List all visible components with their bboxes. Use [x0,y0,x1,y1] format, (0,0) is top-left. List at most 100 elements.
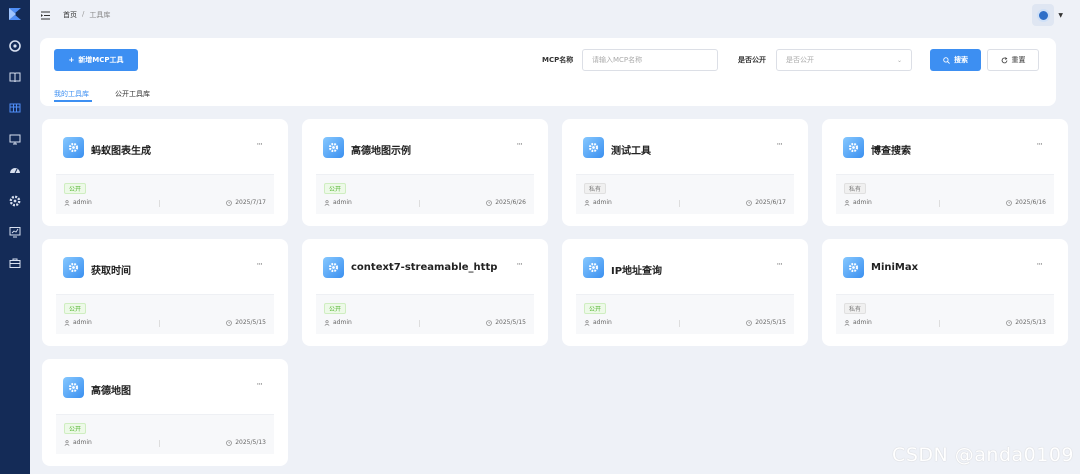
user-icon [64,199,70,206]
is-public-label: 是否公开 [738,56,766,64]
owner-name: admin [73,199,92,206]
more-options-icon[interactable]: ··· [256,380,263,390]
tab-active-indicator [54,100,92,102]
user-icon [324,199,330,206]
owner-name: admin [853,319,872,326]
clock-icon [746,319,753,326]
topbar: 首页 / 工具库 ▼ [30,0,1080,30]
date-info: 2025/5/15 [746,319,786,326]
app-logo-icon[interactable] [7,6,23,22]
owner-name: admin [593,199,612,206]
owner-info: admin [584,319,612,326]
more-options-icon[interactable]: ··· [776,140,783,150]
user-icon [64,319,70,326]
nav-gauge-icon[interactable] [0,160,30,180]
caret-down-icon[interactable]: ▼ [1058,12,1063,19]
tool-card[interactable]: MiniMax ··· 私有 admin 2025/5/13 [822,239,1068,346]
divider [939,200,940,207]
divider [419,320,420,327]
nav-book-icon[interactable] [0,67,30,87]
reset-button[interactable]: 重置 [987,49,1039,71]
tool-card-footer: 私有 admin 2025/6/17 [576,174,794,214]
gear-icon [63,257,84,278]
tool-card-title: 高德地图示例 [351,146,411,157]
nav-briefcase-icon[interactable] [0,253,30,273]
tool-card-title: 获取时间 [91,266,131,277]
nav-dashboard-icon[interactable] [0,36,30,56]
more-options-icon[interactable]: ··· [256,260,263,270]
clock-icon [1006,199,1013,206]
is-public-select[interactable]: 是否公开 ⌄ [776,49,912,71]
clock-icon [486,319,493,326]
nav-settings-icon[interactable] [0,191,30,211]
is-public-placeholder: 是否公开 [786,56,814,64]
tool-card-footer: 公开 admin 2025/6/26 [316,174,534,214]
clock-icon [226,319,233,326]
owner-name: admin [853,199,872,206]
tool-card-footer: 私有 admin 2025/5/13 [836,294,1054,334]
visibility-badge: 私有 [844,183,867,194]
tool-card[interactable]: 测试工具 ··· 私有 admin 2025/6/17 [562,119,808,226]
add-mcp-tool-button[interactable]: + 新增MCP工具 [54,49,138,71]
tool-card-footer: 私有 admin 2025/6/16 [836,174,1054,214]
tool-card-title: 高德地图 [91,386,131,397]
nav-chart-icon[interactable] [0,222,30,242]
tool-card-title: 蚂蚁图表生成 [91,146,151,157]
breadcrumb-home[interactable]: 首页 [63,10,77,20]
tool-card[interactable]: 高德地图 ··· 公开 admin 2025/5/13 [42,359,288,466]
mcp-name-placeholder: 请输入MCP名称 [592,56,643,64]
nav-tools-grid-icon[interactable] [0,98,30,118]
tool-card-footer: 公开 admin 2025/5/13 [56,414,274,454]
owner-info: admin [584,199,612,206]
user-menu[interactable]: ▼ [1032,4,1063,26]
search-button[interactable]: 搜索 [930,49,981,71]
tool-card-title: IP地址查询 [611,266,663,277]
clock-icon [1006,319,1013,326]
tool-card[interactable]: 获取时间 ··· 公开 admin 2025/5/15 [42,239,288,346]
divider [159,440,160,447]
menu-collapse-icon[interactable] [40,10,51,21]
plus-icon: + [68,56,75,64]
more-options-icon[interactable]: ··· [516,140,523,150]
tool-card[interactable]: context7-streamable_http ··· 公开 admin 20… [302,239,548,346]
mcp-name-input[interactable]: 请输入MCP名称 [582,49,718,71]
search-button-label: 搜索 [954,56,968,64]
created-date: 2025/7/17 [235,199,266,206]
search-icon [943,56,950,64]
clock-icon [226,199,233,206]
clock-icon [746,199,753,206]
tab-my-tools[interactable]: 我的工具库 [54,89,89,99]
more-options-icon[interactable]: ··· [516,260,523,270]
tab-public-tools[interactable]: 公开工具库 [115,89,150,99]
nav-monitor-icon[interactable] [0,129,30,149]
owner-name: admin [333,319,352,326]
owner-info: admin [64,439,92,446]
tool-card[interactable]: 博查搜索 ··· 私有 admin 2025/6/16 [822,119,1068,226]
avatar[interactable] [1032,4,1055,26]
date-info: 2025/6/17 [746,199,786,206]
reset-button-label: 重置 [1011,56,1026,64]
owner-info: admin [324,319,352,326]
tool-card[interactable]: 高德地图示例 ··· 公开 admin 2025/6/26 [302,119,548,226]
sidebar [0,0,30,474]
watermark: CSDN @anda0109 [892,444,1074,466]
tool-card-title: MiniMax [871,262,919,273]
user-icon [844,319,850,326]
owner-name: admin [73,439,92,446]
gear-icon [843,137,864,158]
more-options-icon[interactable]: ··· [256,140,263,150]
tool-card-footer: 公开 admin 2025/5/15 [576,294,794,334]
more-options-icon[interactable]: ··· [1036,140,1043,150]
more-options-icon[interactable]: ··· [776,260,783,270]
more-options-icon[interactable]: ··· [1036,260,1043,270]
gear-icon [583,257,604,278]
visibility-badge: 公开 [64,423,87,434]
date-info: 2025/6/26 [486,199,526,206]
clock-icon [226,439,233,446]
tool-card[interactable]: IP地址查询 ··· 公开 admin 2025/5/15 [562,239,808,346]
visibility-badge: 公开 [324,183,347,194]
visibility-badge: 公开 [64,303,87,314]
tool-card-footer: 公开 admin 2025/5/15 [56,294,274,334]
user-icon [844,199,850,206]
tool-card[interactable]: 蚂蚁图表生成 ··· 公开 admin 2025/7/17 [42,119,288,226]
